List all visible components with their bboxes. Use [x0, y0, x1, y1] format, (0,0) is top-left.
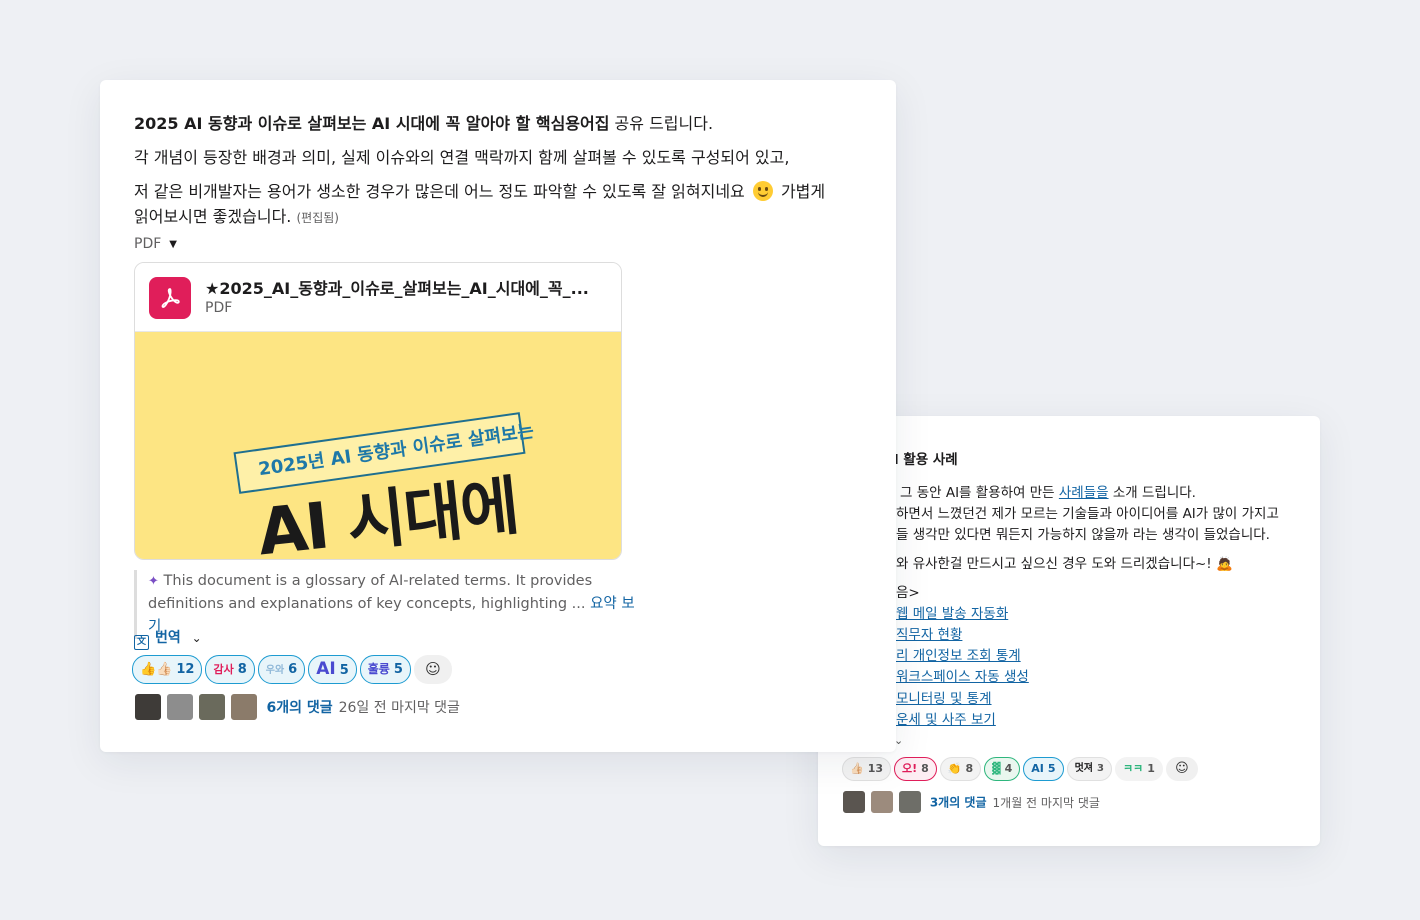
use-case-link[interactable]: 웹 메일 발송 자동화 — [896, 602, 1008, 622]
message-text: 소개 드립니다. — [1108, 485, 1196, 501]
avatar — [230, 693, 258, 721]
reaction-cool[interactable]: 멋져 3 — [1066, 757, 1112, 781]
thread-summary[interactable]: 3개의 댓글 1개월 전 마지막 댓글 — [842, 790, 1100, 814]
use-case-link[interactable]: 리 개인정보 조회 통계 — [896, 644, 1021, 664]
message-line: 읽어보시면 좋겠습니다. (편집됨) — [134, 203, 339, 227]
reaction-thumbs-up[interactable]: 👍👍🏻 12 — [132, 655, 203, 684]
reply-count-link[interactable]: 3개의 댓글 — [930, 796, 987, 810]
attachment-toggle[interactable]: PDF ▼ — [134, 236, 177, 252]
thread-summary[interactable]: 6개의 댓글 26일 전 마지막 댓글 — [134, 693, 460, 721]
reply-count-link[interactable]: 6개의 댓글 — [266, 700, 332, 716]
reaction-emoji: 멋져 — [1074, 763, 1093, 774]
reaction-emoji: 오! — [902, 762, 918, 775]
reaction-emoji: AI — [316, 659, 336, 679]
reaction-count: 5 — [393, 662, 403, 677]
avatar — [166, 693, 194, 721]
summary-text: definitions and explanations of key conc… — [148, 596, 591, 612]
reaction-count: 1 — [1147, 762, 1155, 775]
reaction-count: 5 — [339, 663, 349, 678]
list-header: 음> — [896, 585, 920, 601]
message-line: 그 동안 AI를 활용하여 만든 사례들을 소개 드립니다. — [900, 481, 1196, 501]
reaction-emoji: 👍🏻 — [850, 762, 864, 775]
reaction-excellent[interactable]: 훌륭 5 — [359, 655, 411, 684]
reaction-emoji: 우와 — [265, 665, 285, 676]
message-text: 공유 드립니다. — [609, 114, 714, 133]
translate-button[interactable]: 文 번역 ⌄ — [134, 627, 202, 650]
avatar — [898, 790, 922, 814]
message-text: 그 동안 AI를 활용하여 만든 — [900, 485, 1059, 501]
reaction-emoji: AI — [1031, 762, 1044, 775]
reaction-bar: 👍👍🏻 12 감사 8 우와 6 AI 5 훌륭 5 ☺ — [132, 655, 452, 684]
reaction-ai[interactable]: AI 5 — [1023, 757, 1064, 781]
reaction-count: 6 — [288, 662, 298, 677]
summary-text: This document is a glossary of AI-relate… — [163, 573, 593, 589]
reaction-thumbs-up[interactable]: 👍🏻 13 — [842, 757, 892, 781]
reaction-bar: 👍🏻 13 오! 8 👏 8 ▓ 4 AI 5 멋져 3 ㅋㅋ 1 ☺ — [842, 757, 1198, 781]
reaction-count: 13 — [867, 762, 884, 775]
reaction-count: 4 — [1004, 762, 1013, 775]
message-title: l 활용 사례 — [894, 452, 958, 468]
message-line: 들 생각만 있다면 뭐든지 가능하지 않을까 라는 생각이 들었습니다. — [896, 527, 1270, 543]
last-reply-time: 26일 전 마지막 댓글 — [338, 700, 460, 716]
reaction-emoji: 👏 — [947, 762, 962, 775]
reaction-emoji: ㅋㅋ — [1122, 762, 1144, 775]
edited-label: (편집됨) — [296, 211, 339, 225]
smile-emoji-icon — [752, 181, 773, 201]
pdf-attachment[interactable]: ★2025_AI_동향과_이슈로_살펴보는_AI_시대에_꼭_... PDF 2… — [134, 262, 622, 560]
ai-summary: ✦ This document is a glossary of AI-rela… — [134, 570, 648, 639]
message-line: 각 개념이 등장한 배경과 의미, 실제 이슈와의 연결 맥락까지 함께 살펴볼… — [134, 148, 790, 167]
message-line: 와 유사한걸 만드시고 싶으신 경우 도와 드리겠습니다~! 🙇 — [896, 556, 1233, 572]
avatar — [842, 790, 866, 814]
message-text: 가볍게 — [775, 182, 826, 201]
use-case-link[interactable]: 직무자 현황 — [896, 623, 962, 643]
add-reaction-icon[interactable]: ☺ — [413, 655, 452, 684]
use-cases-link[interactable]: 사례들을 — [1059, 485, 1109, 501]
attachment-type-label: PDF — [134, 236, 162, 252]
file-type: PDF — [205, 300, 233, 316]
sparkle-icon: ✦ — [148, 574, 159, 589]
reaction-clap[interactable]: 👏 8 — [939, 757, 982, 781]
use-case-link[interactable]: 운세 및 사주 보기 — [896, 708, 996, 728]
reaction-emoji: 훌륭 — [367, 662, 390, 676]
last-reply-time: 1개월 전 마지막 댓글 — [992, 795, 1100, 810]
reaction-count: 5 — [1047, 762, 1056, 775]
reaction-green[interactable]: ▓ 4 — [984, 757, 1021, 781]
reaction-thanks[interactable]: 감사 8 — [205, 655, 255, 684]
caret-down-icon: ▼ — [169, 239, 177, 250]
chevron-down-icon: ⌄ — [191, 631, 202, 645]
reaction-count: 8 — [965, 762, 974, 775]
message-line: 하면서 느꼈던건 제가 모르는 기술들과 아이디어를 AI가 많이 가지고 — [896, 506, 1279, 522]
pdf-preview[interactable]: 2025년 AI 동향과 이슈로 살펴보는 AI 시대에 — [135, 332, 621, 559]
use-case-link[interactable]: 모니터링 및 통계 — [896, 687, 992, 707]
reaction-emoji: 👍👍🏻 — [140, 662, 173, 677]
reaction-wow[interactable]: 오! 8 — [894, 757, 937, 781]
add-reaction-icon[interactable]: ☺ — [1165, 757, 1198, 781]
reaction-count: 8 — [921, 762, 929, 775]
message-text: 저 같은 비개발자는 용어가 생소한 경우가 많은데 어느 정도 파악할 수 있… — [134, 182, 745, 201]
message-bold-title: 2025 AI 동향과 이슈로 살펴보는 AI 시대에 꼭 알아야 할 핵심용어… — [134, 114, 610, 133]
translate-label: 번역 — [155, 630, 181, 646]
file-header[interactable]: ★2025_AI_동향과_이슈로_살펴보는_AI_시대에_꼭_... PDF — [135, 263, 621, 332]
use-case-link[interactable]: 워크스페이스 자동 생성 — [896, 665, 1029, 685]
reaction-count: 8 — [237, 662, 247, 677]
reaction-laugh[interactable]: ㅋㅋ 1 — [1114, 757, 1163, 781]
reaction-wow[interactable]: 우와 6 — [257, 655, 306, 684]
pdf-file-icon — [149, 277, 191, 319]
message-line: 2025 AI 동향과 이슈로 살펴보는 AI 시대에 꼭 알아야 할 핵심용어… — [134, 110, 713, 134]
file-name[interactable]: ★2025_AI_동향과_이슈로_살펴보는_AI_시대에_꼭_... — [205, 275, 589, 299]
avatar — [134, 693, 162, 721]
reaction-count: 12 — [176, 662, 195, 677]
message-card-glossary: 2025 AI 동향과 이슈로 살펴보는 AI 시대에 꼭 알아야 할 핵심용어… — [100, 80, 896, 752]
avatar — [198, 693, 226, 721]
message-line: 저 같은 비개발자는 용어가 생소한 경우가 많은데 어느 정도 파악할 수 있… — [134, 178, 825, 202]
reaction-emoji: 감사 — [213, 663, 234, 676]
avatar — [870, 790, 894, 814]
reaction-emoji: ▓ — [992, 762, 1001, 775]
reaction-ai[interactable]: AI 5 — [308, 655, 357, 684]
reaction-count: 3 — [1096, 763, 1104, 774]
message-text: 읽어보시면 좋겠습니다. — [134, 207, 292, 226]
translate-icon: 文 — [134, 635, 149, 650]
